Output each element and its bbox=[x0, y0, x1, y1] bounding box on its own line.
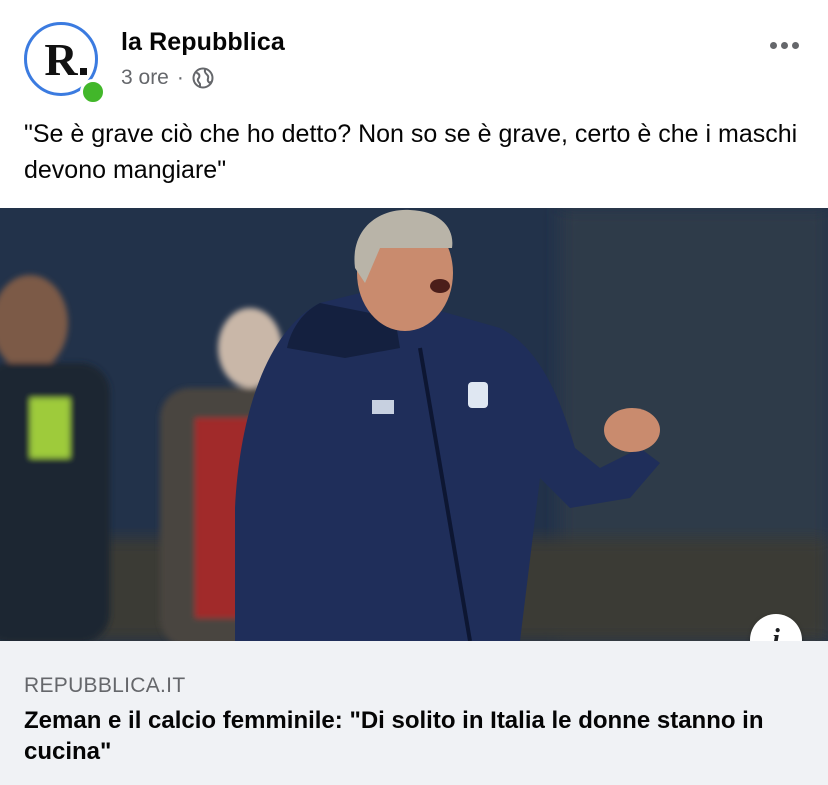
link-title[interactable]: Zeman e il calcio femminile: "Di solito … bbox=[24, 705, 764, 767]
more-options-button[interactable] bbox=[764, 30, 804, 60]
more-options-icon bbox=[769, 41, 777, 49]
post-header: R la Repubblica 3 ore · bbox=[0, 0, 828, 110]
page-name-link[interactable]: la Repubblica bbox=[121, 28, 285, 57]
meta-separator: · bbox=[176, 66, 184, 89]
post-message: "Se è grave ciò che ho detto? Non so se … bbox=[24, 120, 798, 184]
online-status-icon bbox=[80, 79, 106, 105]
post-meta: 3 ore · bbox=[121, 66, 214, 90]
avatar-logo-letter: R bbox=[44, 34, 87, 85]
link-preview-image[interactable] bbox=[0, 208, 828, 641]
coach-photo bbox=[0, 208, 828, 641]
globe-icon bbox=[192, 67, 214, 89]
link-domain: REPUBBLICA.IT bbox=[24, 674, 186, 697]
link-preview-card[interactable]: REPUBBLICA.IT Zeman e il calcio femminil… bbox=[0, 641, 828, 785]
post-timestamp[interactable]: 3 ore bbox=[121, 66, 169, 90]
